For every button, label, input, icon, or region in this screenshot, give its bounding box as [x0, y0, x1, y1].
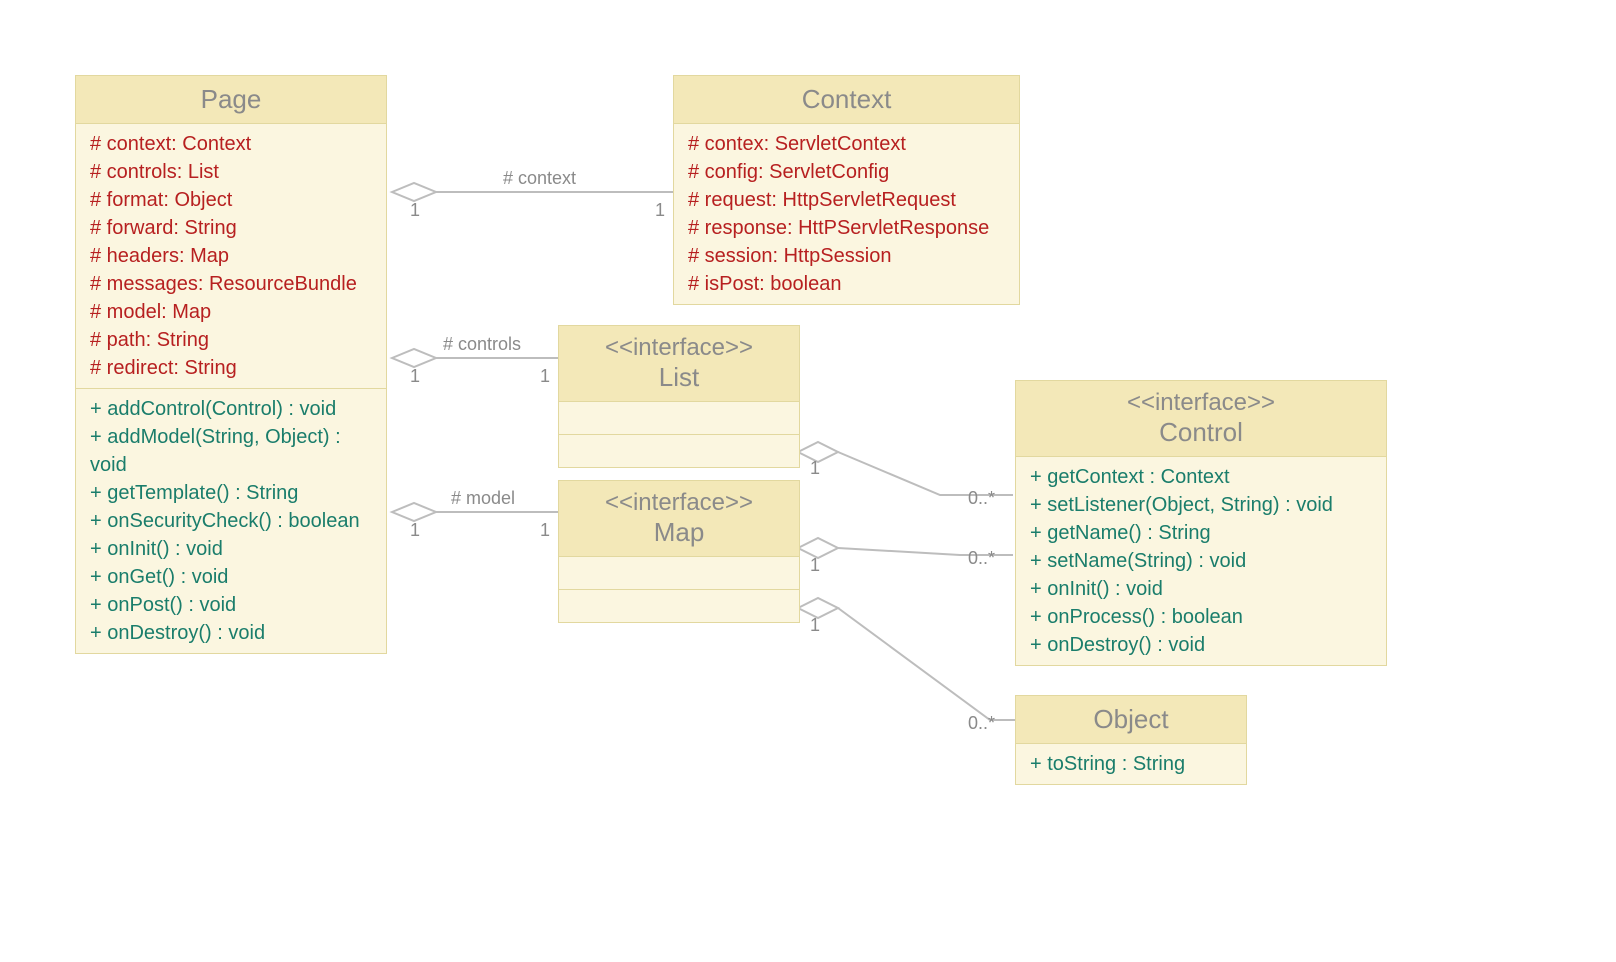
class-page-ops: + addControl(Control) : void + addModel(…	[76, 389, 386, 653]
attr: # messages: ResourceBundle	[90, 270, 372, 298]
op: + onDestroy() : void	[90, 619, 372, 647]
role-controls: # controls	[443, 334, 521, 355]
op: + addControl(Control) : void	[90, 395, 372, 423]
mult-controls-1b: 1	[540, 366, 550, 387]
op: + onSecurityCheck() : boolean	[90, 507, 372, 535]
op: + onPost() : void	[90, 591, 372, 619]
attr: # model: Map	[90, 298, 372, 326]
class-map-empty2	[559, 590, 799, 622]
class-list-empty2	[559, 435, 799, 467]
mult-map-obj-1: 1	[810, 615, 820, 636]
op: + onInit() : void	[90, 535, 372, 563]
op: + toString : String	[1030, 750, 1232, 778]
class-context-attrs: # contex: ServletContext # config: Servl…	[674, 124, 1019, 304]
mult-controls-1a: 1	[410, 366, 420, 387]
attr: # redirect: String	[90, 354, 372, 382]
stereotype: <<interface>>	[569, 489, 789, 517]
class-control: <<interface>> Control + getContext : Con…	[1015, 380, 1387, 666]
attr: # session: HttpSession	[688, 242, 1005, 270]
op: + onProcess() : boolean	[1030, 603, 1372, 631]
class-map-title: <<interface>> Map	[559, 481, 799, 557]
attr: # isPost: boolean	[688, 270, 1005, 298]
attr: # format: Object	[90, 186, 372, 214]
op: + setListener(Object, String) : void	[1030, 491, 1372, 519]
op: + getContext : Context	[1030, 463, 1372, 491]
class-object-ops: + toString : String	[1016, 744, 1246, 784]
mult-page-context-1b: 1	[655, 200, 665, 221]
mult-list-ctrl-many: 0..*	[968, 488, 995, 509]
role-context: # context	[503, 168, 576, 189]
class-context: Context # contex: ServletContext # confi…	[673, 75, 1020, 305]
title-text: Map	[569, 517, 789, 548]
class-map-empty1	[559, 557, 799, 590]
attr: # context: Context	[90, 130, 372, 158]
title-text: List	[569, 362, 789, 393]
attr: # response: HttPServletResponse	[688, 214, 1005, 242]
op: + addModel(String, Object) : void	[90, 423, 372, 479]
mult-map-ctrl-many: 0..*	[968, 548, 995, 569]
op: + onInit() : void	[1030, 575, 1372, 603]
attr: # contex: ServletContext	[688, 130, 1005, 158]
class-page-attrs: # context: Context # controls: List # fo…	[76, 124, 386, 389]
class-map: <<interface>> Map	[558, 480, 800, 623]
mult-page-context-1a: 1	[410, 200, 420, 221]
attr: # request: HttpServletRequest	[688, 186, 1005, 214]
class-object: Object + toString : String	[1015, 695, 1247, 785]
attr: # forward: String	[90, 214, 372, 242]
class-control-title: <<interface>> Control	[1016, 381, 1386, 457]
class-context-title: Context	[674, 76, 1019, 124]
role-model: # model	[451, 488, 515, 509]
op: + getName() : String	[1030, 519, 1372, 547]
op: + onDestroy() : void	[1030, 631, 1372, 659]
stereotype: <<interface>>	[1026, 389, 1376, 417]
attr: # headers: Map	[90, 242, 372, 270]
class-control-ops: + getContext : Context + setListener(Obj…	[1016, 457, 1386, 665]
class-object-title: Object	[1016, 696, 1246, 744]
mult-list-1: 1	[810, 458, 820, 479]
mult-model-1b: 1	[540, 520, 550, 541]
attr: # controls: List	[90, 158, 372, 186]
mult-map-1: 1	[810, 555, 820, 576]
op: + getTemplate() : String	[90, 479, 372, 507]
class-list: <<interface>> List	[558, 325, 800, 468]
stereotype: <<interface>>	[569, 334, 789, 362]
mult-map-obj-many: 0..*	[968, 713, 995, 734]
class-page: Page # context: Context # controls: List…	[75, 75, 387, 654]
title-text: Control	[1026, 417, 1376, 448]
op: + onGet() : void	[90, 563, 372, 591]
attr: # path: String	[90, 326, 372, 354]
attr: # config: ServletConfig	[688, 158, 1005, 186]
class-page-title: Page	[76, 76, 386, 124]
mult-model-1a: 1	[410, 520, 420, 541]
class-list-empty1	[559, 402, 799, 435]
op: + setName(String) : void	[1030, 547, 1372, 575]
class-list-title: <<interface>> List	[559, 326, 799, 402]
